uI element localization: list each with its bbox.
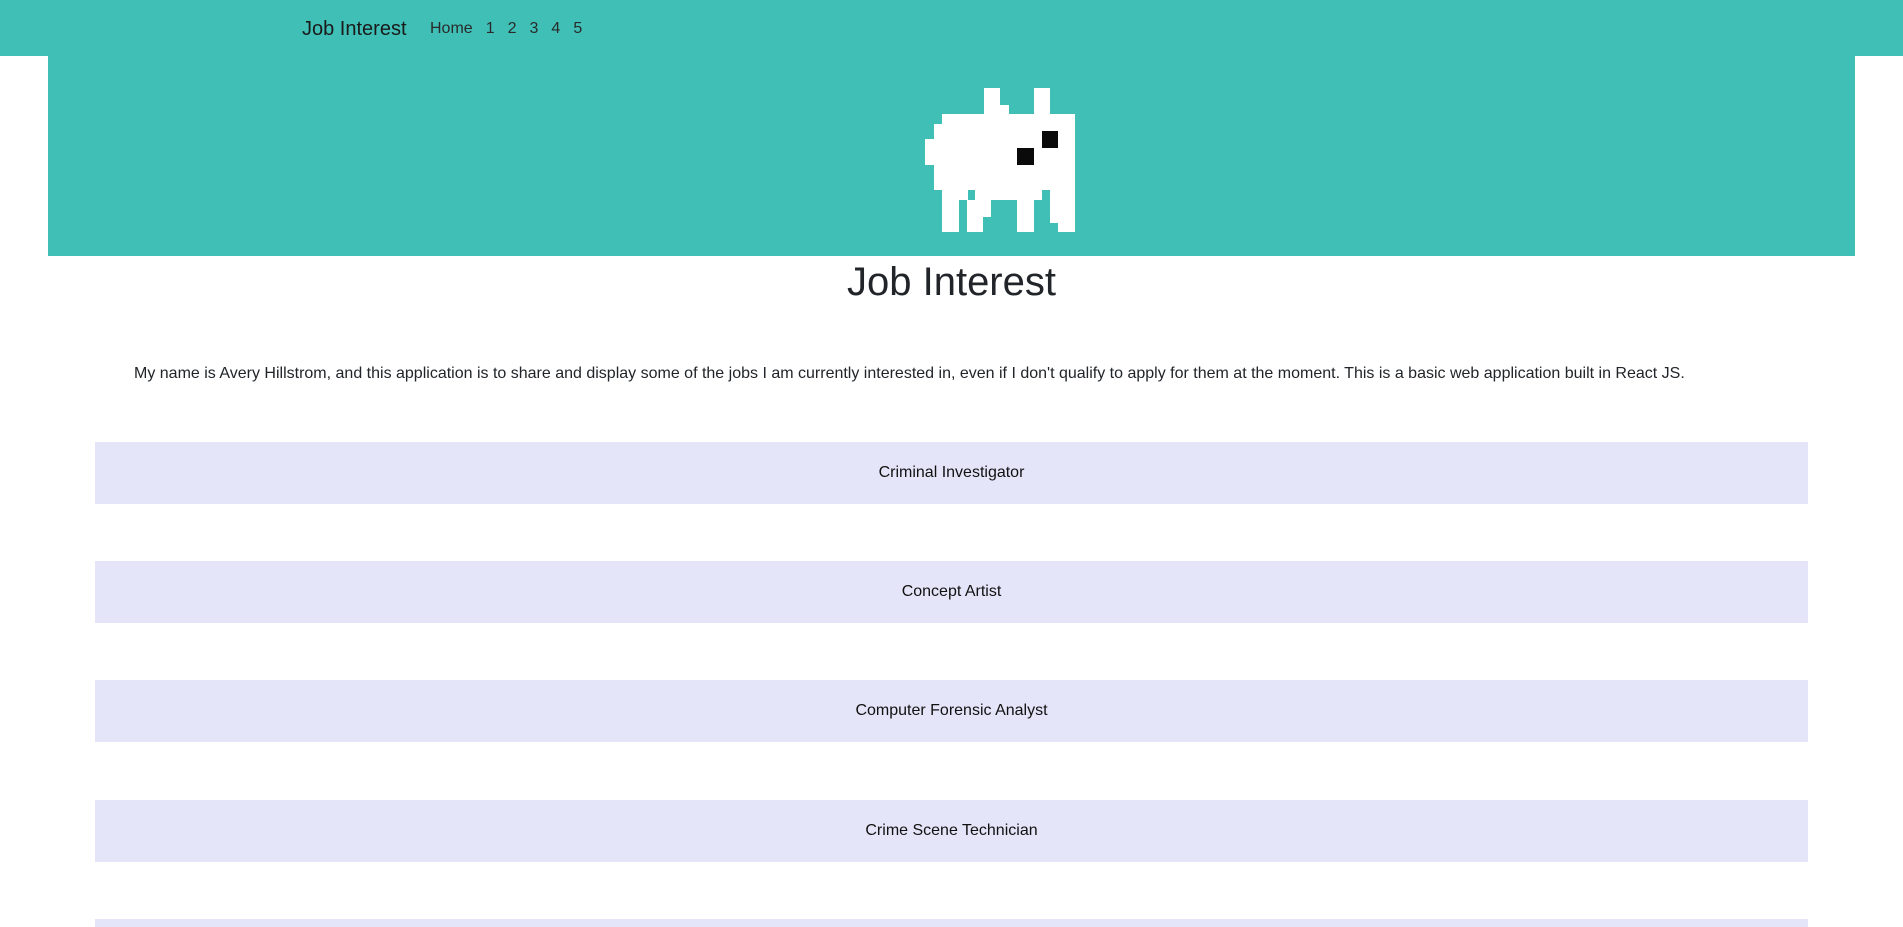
nav-links: Home 1 2 3 4 5 (430, 19, 595, 39)
brand-link[interactable]: Job Interest (302, 17, 407, 41)
job-card[interactable]: Concept Artist (95, 561, 1808, 623)
job-card[interactable]: Computer Forensic Analyst (95, 680, 1808, 742)
hero-banner (48, 56, 1855, 256)
nav-link-2[interactable]: 2 (508, 19, 517, 39)
nav-link-3[interactable]: 3 (530, 19, 539, 39)
intro-paragraph: My name is Avery Hillstrom, and this app… (134, 365, 1685, 382)
nav-link-1[interactable]: 1 (486, 19, 495, 39)
page-title: Job Interest (846, 260, 1056, 304)
job-card[interactable]: Criminal Investigator (95, 442, 1808, 504)
top-navbar: Job Interest Home 1 2 3 4 5 (0, 0, 1903, 56)
nav-link-4[interactable]: 4 (551, 19, 560, 39)
pixel-creature-icon (925, 88, 1075, 232)
nav-link-home[interactable]: Home (430, 19, 473, 39)
nav-link-5[interactable]: 5 (573, 19, 582, 39)
job-card[interactable]: Crime Scene Technician (95, 800, 1808, 862)
job-card[interactable] (95, 919, 1808, 927)
